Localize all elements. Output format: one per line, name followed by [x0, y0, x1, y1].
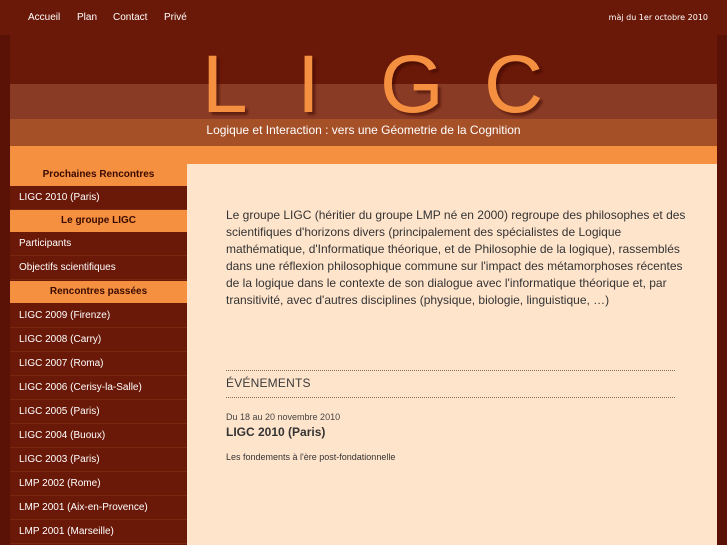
sidebar-item-participants[interactable]: Participants [10, 232, 187, 256]
intro-paragraph: Le groupe LIGC (héritier du groupe LMP n… [226, 208, 686, 307]
nav-link-accueil[interactable]: Accueil [28, 12, 60, 24]
sidebar-heading-group: Le groupe LIGC [10, 210, 187, 232]
sidebar-item-ligc-2009[interactable]: LIGC 2009 (Firenze) [10, 304, 187, 328]
logo-letter-i: I [297, 39, 320, 130]
sidebar-item-lmp-2001-aix[interactable]: LMP 2001 (Aix-en-Provence) [10, 496, 187, 520]
event-title-link[interactable]: LIGC 2010 (Paris) [226, 425, 325, 439]
sidebar-item-ligc-2006[interactable]: LIGC 2006 (Cerisy-la-Salle) [10, 376, 187, 400]
banner-band [10, 30, 717, 84]
site-banner: L I G C Logique et Interaction : vers un… [10, 30, 717, 164]
sidebar-item-ligc-2003[interactable]: LIGC 2003 (Paris) [10, 448, 187, 472]
divider [226, 397, 675, 398]
event-date: Du 18 au 20 novembre 2010 [226, 412, 341, 422]
nav-link-prive[interactable]: Privé [164, 12, 187, 24]
main-content: Le groupe LIGC (héritier du groupe LMP n… [187, 164, 717, 545]
site-tagline: Logique et Interaction : vers une Géomet… [206, 123, 521, 137]
sidebar-heading-past: Rencontres passées [10, 281, 187, 303]
sidebar-item-ligc-2005[interactable]: LIGC 2005 (Paris) [10, 400, 187, 424]
logo-letter-c: C [484, 39, 544, 130]
sidebar-item-ligc-2008[interactable]: LIGC 2008 (Carry) [10, 328, 187, 352]
last-updated-text: màj du 1er octobre 2010 [608, 13, 708, 22]
sidebar-item-lmp-2001-marseille[interactable]: LMP 2001 (Marseille) [10, 520, 187, 544]
sidebar-item-lmp-2002[interactable]: LMP 2002 (Rome) [10, 472, 187, 496]
sidebar-item-ligc-2010[interactable]: LIGC 2010 (Paris) [10, 186, 187, 210]
sidebar-item-objectives[interactable]: Objectifs scientifiques [10, 256, 187, 280]
nav-link-plan[interactable]: Plan [77, 12, 97, 24]
events-heading: ÉVÉNEMENTS [226, 376, 311, 390]
sidebar-nav: Prochaines Rencontres LIGC 2010 (Paris) … [10, 164, 187, 545]
banner-band [10, 84, 717, 119]
sidebar-item-ligc-2004[interactable]: LIGC 2004 (Buoux) [10, 424, 187, 448]
logo-letter-g: G [380, 39, 444, 130]
divider [226, 370, 675, 371]
sidebar-heading-upcoming: Prochaines Rencontres [10, 164, 187, 186]
sidebar-item-ligc-2007[interactable]: LIGC 2007 (Roma) [10, 352, 187, 376]
event-description: Les fondements à l'ère post-fondationnel… [226, 452, 396, 462]
banner-band [10, 146, 717, 164]
nav-link-contact[interactable]: Contact [113, 12, 147, 24]
logo-letter-l: L [202, 39, 248, 130]
